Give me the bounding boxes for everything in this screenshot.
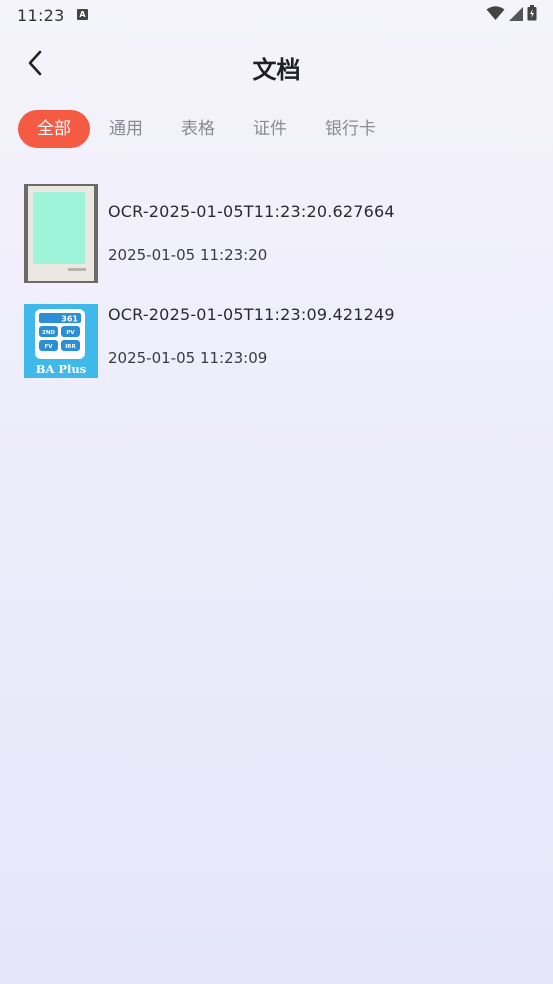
- cell-signal-icon: [509, 6, 523, 25]
- calculator-key-label: PV: [66, 330, 75, 336]
- list-item[interactable]: 361 2ND PV FV IRR BA Plus OCR-2025-01-05…: [0, 300, 553, 412]
- status-time: 11:23: [17, 6, 65, 25]
- document-date: 2025-01-05 11:23:20: [108, 246, 268, 264]
- document-date: 2025-01-05 11:23:09: [108, 349, 268, 367]
- tab-all[interactable]: 全部: [18, 110, 90, 148]
- status-icons: [486, 5, 537, 25]
- header: 文档: [0, 40, 553, 92]
- page-title: 文档: [252, 56, 301, 84]
- calculator-display-value: 361: [61, 315, 78, 324]
- document-name: OCR-2025-01-05T11:23:09.421249: [108, 305, 395, 324]
- thumbnail-caption: BA Plus: [36, 362, 87, 376]
- wifi-icon: [486, 5, 505, 25]
- calculator-key-label: 2ND: [42, 330, 55, 336]
- list-item[interactable]: OCR-2025-01-05T11:23:20.627664 2025-01-0…: [0, 180, 553, 292]
- tab-general[interactable]: 通用: [90, 110, 162, 148]
- document-name: OCR-2025-01-05T11:23:20.627664: [108, 202, 395, 221]
- tab-table[interactable]: 表格: [162, 110, 234, 148]
- battery-icon: [527, 5, 537, 25]
- document-list: OCR-2025-01-05T11:23:20.627664 2025-01-0…: [0, 180, 553, 412]
- calculator-key-label: FV: [44, 344, 53, 350]
- a-letter-icon: A: [77, 9, 88, 20]
- status-bar: 11:23 A: [0, 0, 553, 32]
- calculator-key-label: IRR: [65, 344, 76, 350]
- ba-plus-app-thumbnail: 361 2ND PV FV IRR BA Plus: [24, 304, 98, 378]
- category-tabs: 全部 通用 表格 证件 银行卡: [18, 110, 395, 148]
- tab-id-document[interactable]: 证件: [234, 110, 306, 148]
- scanned-card-thumbnail: [24, 184, 98, 283]
- tab-bank-card[interactable]: 银行卡: [306, 110, 395, 148]
